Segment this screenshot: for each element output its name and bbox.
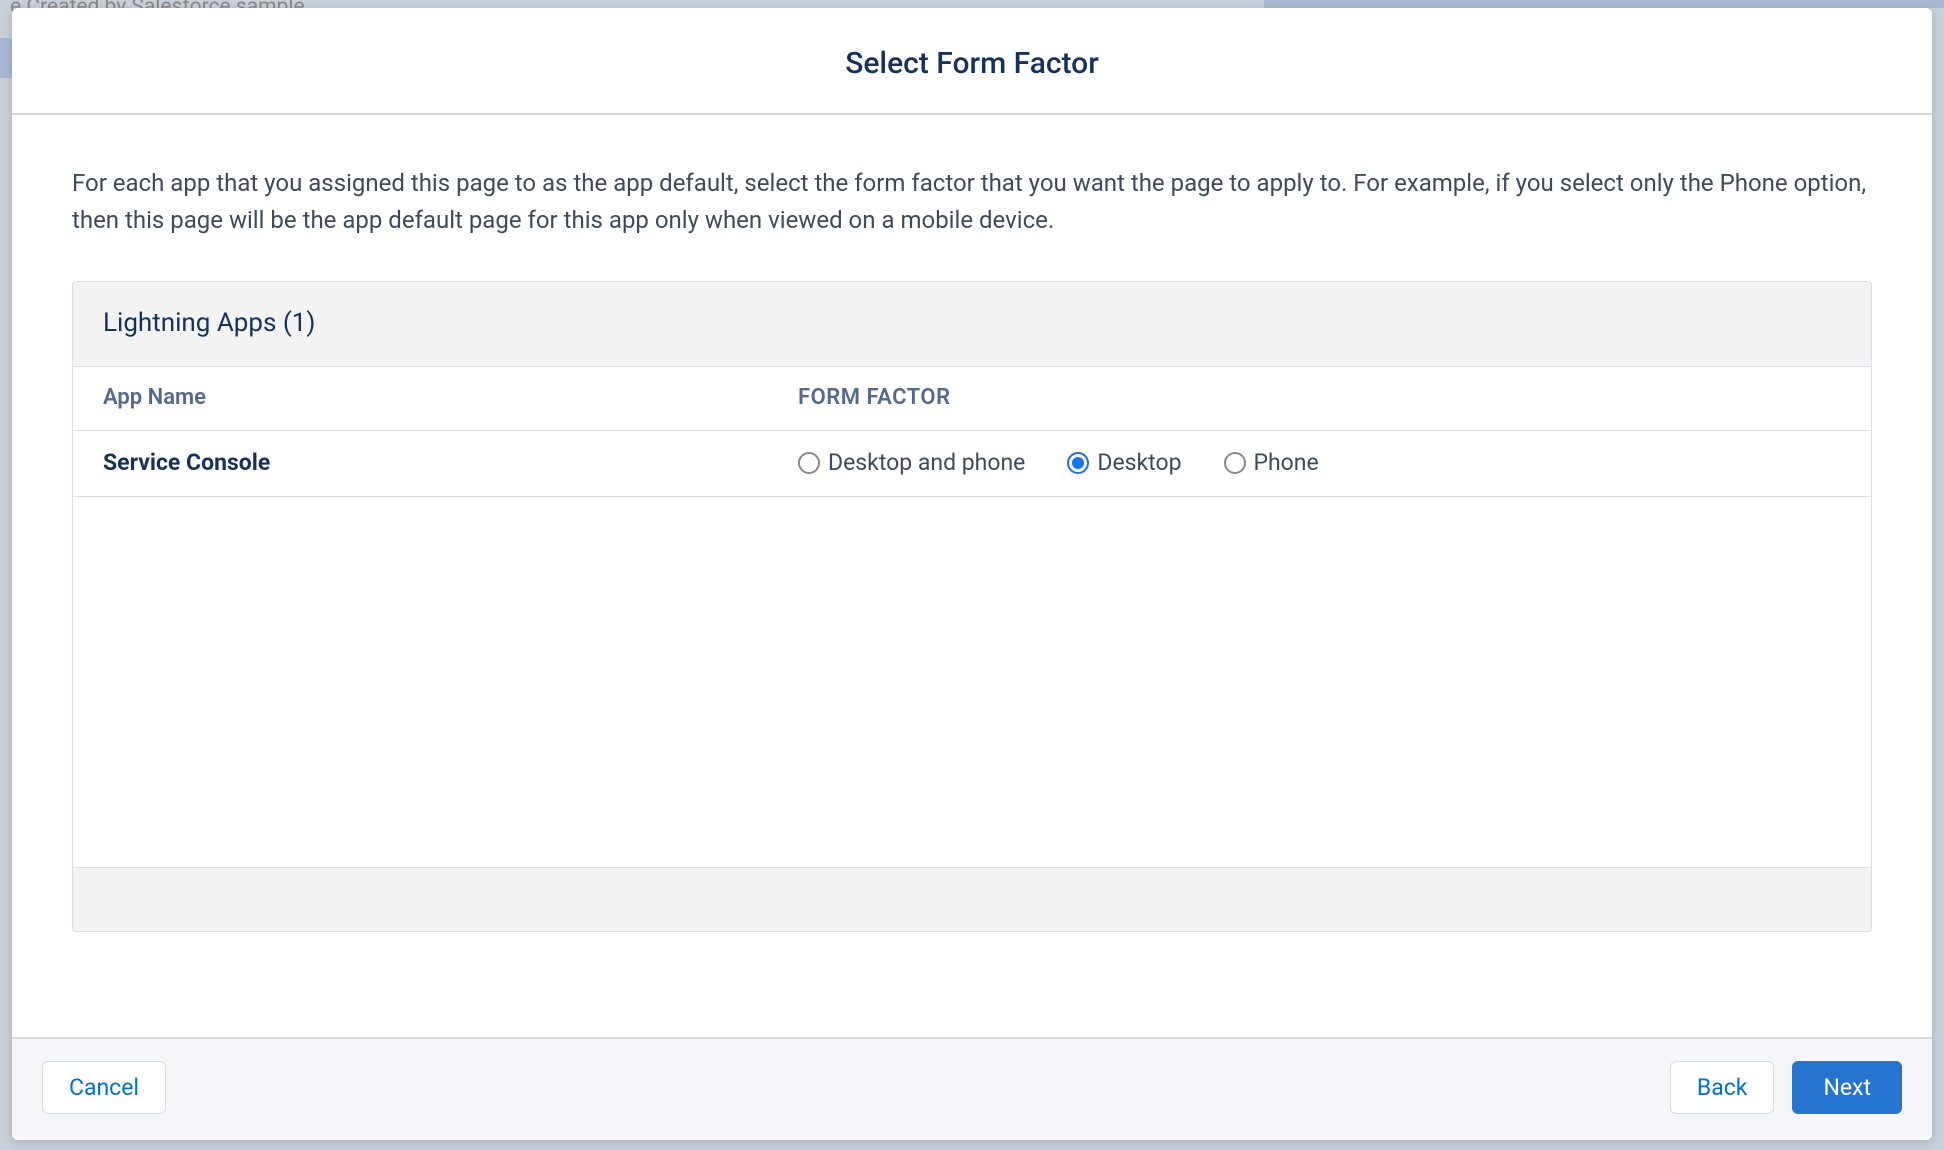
radio-label: Desktop and phone [828,449,1025,476]
radio-icon [798,452,820,474]
table-footer-space [73,867,1871,931]
background-decoration [1264,0,1944,8]
modal-title: Select Form Factor [32,46,1912,81]
table-section-header: Lightning Apps (1) [73,282,1871,367]
radio-label: Desktop [1097,449,1181,476]
modal-footer: Cancel Back Next [12,1037,1932,1140]
modal-header: Select Form Factor [12,8,1932,115]
modal-description: For each app that you assigned this page… [72,165,1872,239]
next-button[interactable]: Next [1792,1061,1902,1114]
background-decoration [0,38,12,78]
radio-label: Phone [1254,449,1319,476]
footer-right-buttons: Back Next [1670,1061,1902,1114]
apps-table: Lightning Apps (1) App Name FORM FACTOR … [72,281,1872,932]
table-empty-area [73,497,1871,867]
cancel-button[interactable]: Cancel [42,1061,166,1114]
radio-option-desktop-and-phone[interactable]: Desktop and phone [798,449,1025,476]
radio-option-phone[interactable]: Phone [1224,449,1319,476]
column-header-app-name: App Name [103,385,798,410]
radio-icon [1224,452,1246,474]
table-row: Service Console Desktop and phone [73,431,1871,497]
table-section-title: Lightning Apps (1) [103,308,315,338]
form-factor-cell: Desktop and phone Desktop Ph [798,449,1841,476]
modal-body: For each app that you assigned this page… [12,115,1932,1037]
back-button[interactable]: Back [1670,1061,1775,1114]
app-name-cell: Service Console [103,449,798,476]
select-form-factor-modal: Select Form Factor For each app that you… [12,8,1932,1140]
radio-icon [1067,452,1089,474]
table-column-headers: App Name FORM FACTOR [73,367,1871,431]
radio-option-desktop[interactable]: Desktop [1067,449,1181,476]
column-header-form-factor: FORM FACTOR [798,385,1841,410]
